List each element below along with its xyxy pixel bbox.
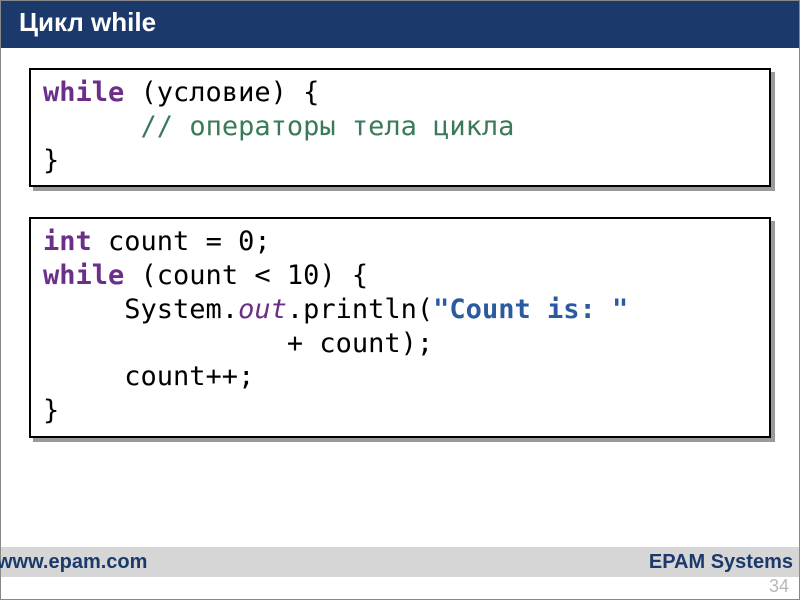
content-area: while (условие) { // операторы тела цикл… [1, 48, 799, 438]
code-text: (условие) { [124, 77, 319, 108]
comment: // операторы тела цикла [141, 111, 515, 142]
indent [43, 111, 141, 142]
keyword-while: while [43, 260, 124, 291]
code-text: } [43, 395, 59, 426]
code-text: System. [124, 294, 238, 325]
string-literal: "Count is: " [433, 294, 628, 325]
code-block-example: int count = 0; while (count < 10) { Syst… [29, 217, 771, 438]
code-text: } [43, 145, 59, 176]
code-text: count = 0; [92, 226, 271, 257]
static-out: out [238, 294, 287, 325]
code-text: (count < 10) { [124, 260, 368, 291]
code-text: count++; [43, 361, 254, 392]
keyword-int: int [43, 226, 92, 257]
slide: Цикл while while (условие) { // оператор… [0, 0, 800, 600]
footer-company: EPAM Systems [649, 551, 793, 574]
indent [43, 294, 124, 325]
footer-url: www.epam.com [0, 551, 147, 574]
code-text: + count); [43, 328, 433, 359]
page-number: 34 [769, 576, 789, 597]
title-bar: Цикл while [1, 1, 799, 48]
code-text: .println( [287, 294, 433, 325]
footer-bar: www.epam.com EPAM Systems [1, 547, 799, 577]
keyword-while: while [43, 77, 124, 108]
code-block-syntax: while (условие) { // операторы тела цикл… [29, 68, 771, 187]
slide-title: Цикл while [19, 7, 156, 37]
